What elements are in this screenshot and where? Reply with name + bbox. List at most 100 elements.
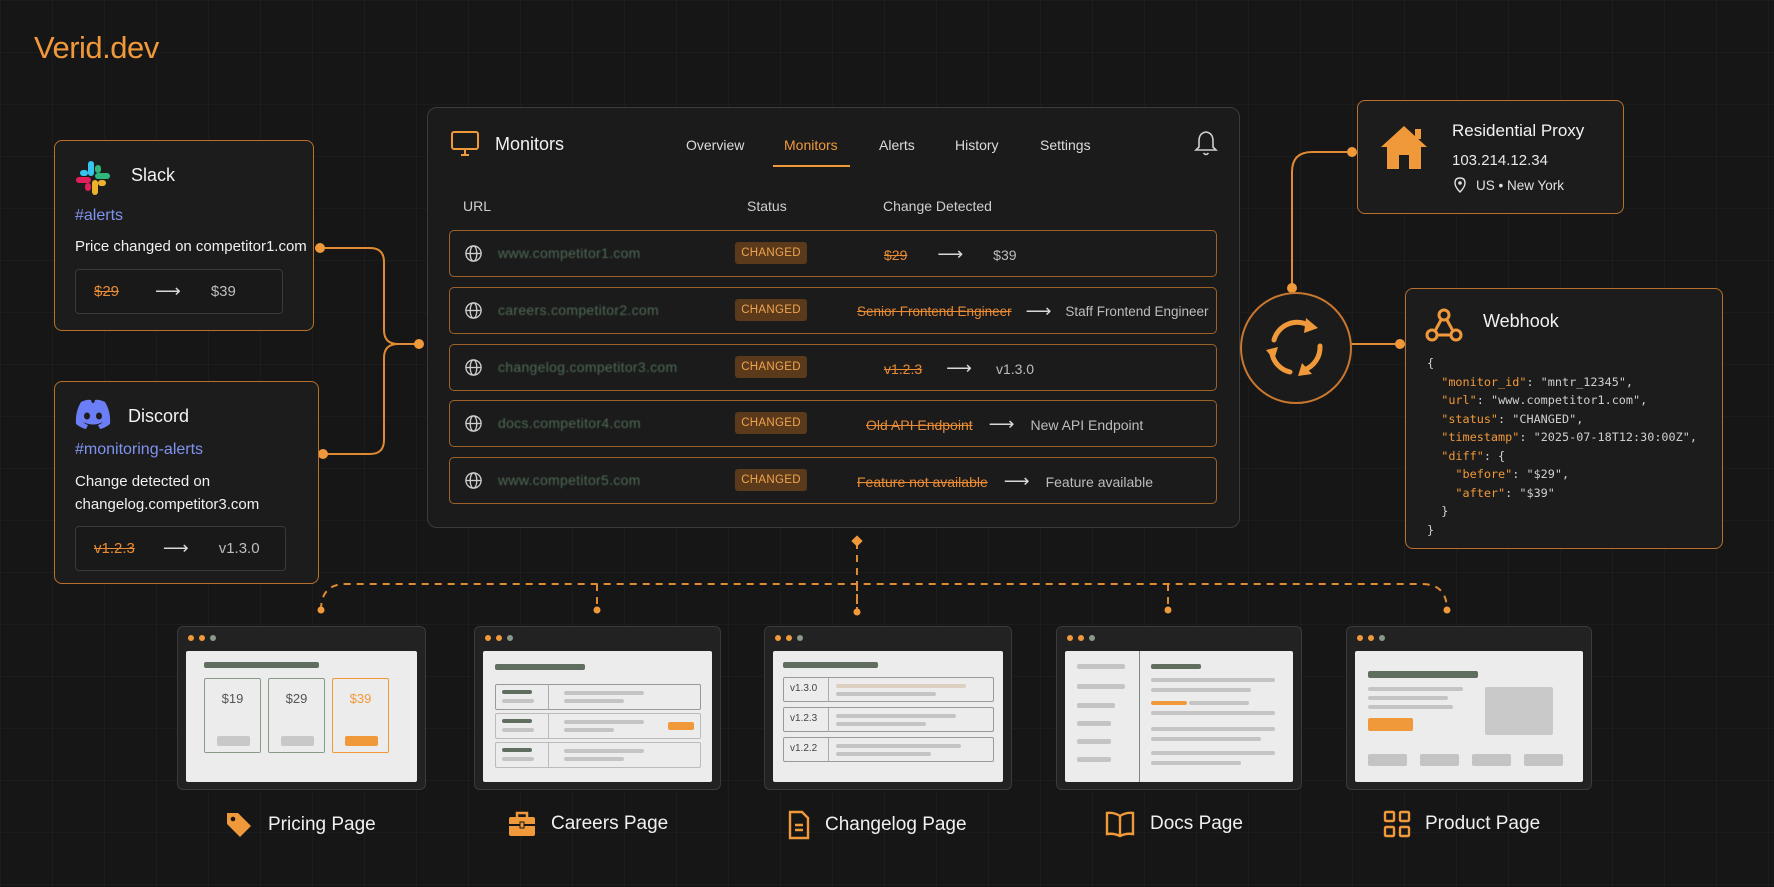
tab-alerts[interactable]: Alerts [879, 137, 915, 153]
column-header-status: Status [747, 198, 787, 214]
page-label-text: Careers Page [551, 813, 669, 834]
tab-overview[interactable]: Overview [686, 137, 744, 153]
payload-timestamp: 2025-07-18T12:30:00Z [1540, 430, 1683, 444]
slack-diff-box: $29 ⟶ $39 [75, 269, 283, 314]
monitor-icon [451, 131, 479, 156]
discord-notification-card: Discord #monitoring-alerts Change detect… [54, 381, 319, 584]
price-card: $29 [268, 678, 325, 753]
status-badge: CHANGED [735, 356, 807, 378]
webhook-payload: { "monitor_id": "mntr_12345", "url": "ww… [1427, 356, 1697, 537]
window-dots [775, 635, 803, 641]
monitor-row[interactable]: careers.competitor2.com CHANGED Senior F… [449, 287, 1217, 334]
tab-history[interactable]: History [955, 137, 999, 153]
docs-page-thumbnail[interactable] [1056, 626, 1302, 790]
change-before: v1.2.3 [884, 360, 923, 377]
window-dots [485, 635, 513, 641]
proxy-title: Residential Proxy [1452, 121, 1585, 140]
column-header-change: Change Detected [883, 198, 992, 214]
docs-page-label[interactable]: Docs Page [1104, 810, 1243, 838]
status-badge: CHANGED [735, 299, 807, 321]
discord-message-line1: Change detected on [75, 473, 211, 490]
slack-message: Price changed on competitor1.com [75, 238, 307, 255]
monitor-url[interactable]: changelog.competitor3.com [498, 359, 678, 375]
column-header-url: URL [463, 198, 492, 214]
changelog-page-thumbnail[interactable]: v1.3.0 v1.2.3 v1.2.2 [764, 626, 1012, 790]
grid-icon [1383, 810, 1411, 838]
product-page-label[interactable]: Product Page [1383, 810, 1540, 838]
status-badge: CHANGED [735, 412, 807, 434]
slack-channel[interactable]: #alerts [75, 207, 123, 225]
change-after: v1.3.0 [995, 360, 1035, 377]
globe-icon [465, 415, 482, 432]
active-tab-indicator [773, 165, 850, 167]
engine-to-proxy-connector [1291, 151, 1352, 290]
discord-diff-box: v1.2.3 ⟶ v1.3.0 [75, 526, 286, 571]
payload-monitor-id: mntr_12345 [1547, 374, 1619, 389]
price-card-highlighted: $39 [332, 678, 389, 753]
arrow-right-icon: ⟶ [155, 281, 181, 301]
price-value: $39 [349, 691, 372, 706]
pages-dashed-bus [320, 583, 1448, 611]
tab-settings[interactable]: Settings [1040, 137, 1091, 153]
price-value: $19 [221, 691, 244, 706]
monitor-url[interactable]: www.competitor5.com [498, 472, 641, 488]
proxy-location: US • New York [1476, 178, 1565, 193]
monitor-row[interactable]: www.competitor5.com CHANGED Feature not … [449, 457, 1217, 504]
slack-after-value: $39 [210, 283, 236, 300]
window-dots [188, 635, 216, 641]
book-icon [1105, 811, 1135, 838]
window-dots [1067, 635, 1095, 641]
arrow-right-icon: ⟶ [1003, 471, 1030, 491]
discord-channel[interactable]: #monitoring-alerts [75, 441, 203, 459]
tag-icon [227, 813, 251, 837]
webhook-icon [1425, 308, 1463, 342]
monitor-url[interactable]: www.competitor1.com [498, 245, 641, 261]
monitor-row[interactable]: docs.competitor4.com CHANGED Old API End… [449, 400, 1217, 447]
discord-before-value: v1.2.3 [94, 540, 135, 557]
arrow-right-icon: ⟶ [162, 538, 189, 558]
change-cell: Feature not available ⟶ Feature availabl… [857, 471, 1153, 492]
change-before: Old API Endpoint [866, 416, 973, 433]
tab-monitors[interactable]: Monitors [784, 137, 838, 153]
globe-icon [465, 472, 482, 489]
change-before: $29 [884, 246, 908, 263]
arrow-right-icon: ⟶ [1025, 301, 1052, 321]
brand-logo[interactable]: Verid.dev [34, 30, 159, 66]
globe-icon [465, 245, 482, 262]
change-after: Staff Frontend Engineer [1065, 304, 1209, 319]
changelog-page-label[interactable]: Changelog Page [787, 810, 967, 840]
change-cell: Old API Endpoint ⟶ New API Endpoint [866, 414, 1143, 435]
status-badge: CHANGED [735, 242, 807, 264]
residential-proxy-card: Residential Proxy 103.214.12.34 US • New… [1357, 100, 1624, 214]
change-before: Senior Frontend Engineer [857, 304, 1012, 319]
change-after: $39 [993, 246, 1017, 263]
slack-title: Slack [131, 165, 176, 185]
monitor-url[interactable]: docs.competitor4.com [498, 415, 641, 431]
window-dots [1357, 635, 1385, 641]
monitor-url[interactable]: careers.competitor2.com [498, 302, 659, 318]
price-card: $19 [204, 678, 261, 753]
arrow-right-icon: ⟶ [937, 244, 964, 264]
change-before: Feature not available [857, 473, 988, 490]
product-page-thumbnail[interactable] [1346, 626, 1592, 790]
status-badge: CHANGED [735, 469, 807, 491]
discord-title: Discord [128, 406, 190, 426]
careers-page-thumbnail[interactable] [474, 626, 721, 790]
webhook-card: Webhook { "monitor_id": "mntr_12345", "u… [1405, 288, 1723, 549]
pricing-page-label[interactable]: Pricing Page [224, 810, 376, 840]
house-icon [1381, 126, 1427, 169]
monitor-row[interactable]: changelog.competitor3.com CHANGED v1.2.3… [449, 344, 1217, 391]
careers-page-label[interactable]: Careers Page [507, 810, 668, 838]
slack-notification-card: Slack #alerts Price changed on competito… [54, 140, 314, 331]
monitor-row[interactable]: www.competitor1.com CHANGED $29 ⟶ $39 [449, 230, 1217, 277]
page-label-text: Pricing Page [268, 814, 376, 835]
document-icon [788, 810, 810, 840]
location-pin-icon [1454, 177, 1466, 193]
change-after: New API Endpoint [1030, 416, 1144, 433]
pricing-page-thumbnail[interactable]: $19 $29 $39 [177, 626, 426, 790]
bell-icon[interactable] [1194, 129, 1218, 157]
version-label: v1.2.2 [790, 743, 818, 754]
page-label-text: Product Page [1425, 813, 1541, 834]
proxy-ip: 103.214.12.34 [1452, 152, 1548, 169]
payload-status: CHANGED [1519, 411, 1570, 426]
